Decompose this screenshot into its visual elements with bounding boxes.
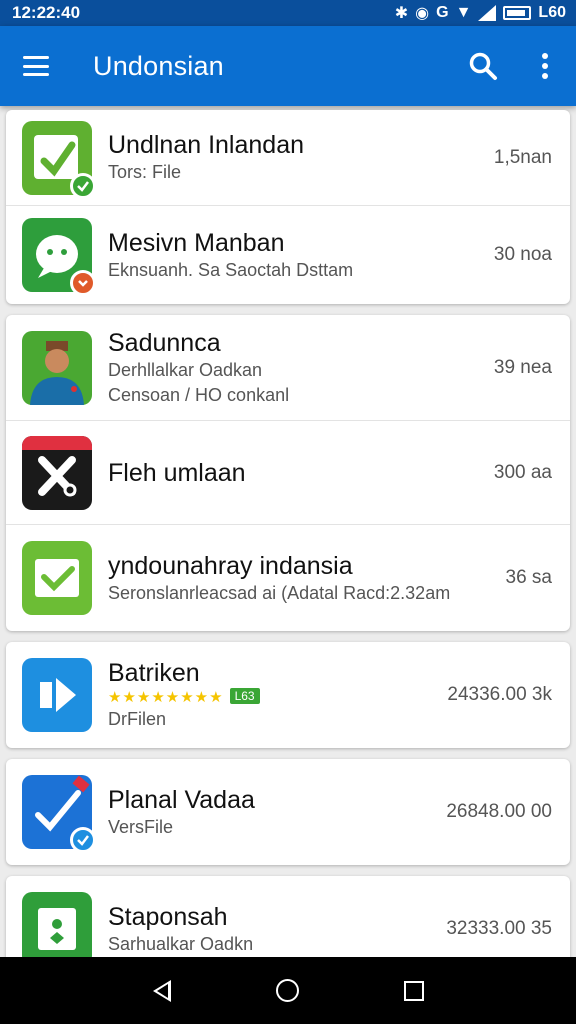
app-name: Fleh umlaan [108,458,246,487]
back-icon[interactable] [152,979,171,1002]
signal-icon [478,5,497,21]
app-size: 24336.00 3k [447,684,552,705]
app-name: Batriken [108,659,200,688]
app-name: Undlnan Inlandan [108,131,304,160]
app-subtitle: DrFilen [108,709,167,730]
app-subtitle: Derhllalkar Oadkan [108,360,263,381]
hamburger-icon [23,56,49,76]
battery-icon [503,6,532,20]
app-size: 36 sa [505,567,552,588]
app-name: Mesivn Manban [108,228,285,257]
list-item[interactable]: Batriken ★★★★★★★★ L63 DrFilen 24336.00 3k [6,642,570,748]
menu-button[interactable] [0,26,72,106]
overflow-menu-button[interactable] [514,26,576,106]
app-subtitle: Eknsuanh. Sa Saoctah Dsttam [108,259,354,280]
person-avatar-icon [22,330,92,405]
app-bar: Undonsian [0,26,576,106]
home-icon[interactable] [275,979,299,1002]
wifi-icon: ▼ [455,4,472,21]
more-vert-icon [542,53,548,79]
sync-icon: ◉ [415,5,430,22]
update-badge-icon [70,270,96,296]
verified-badge-icon [70,827,96,853]
list-item[interactable]: yndounahray indansia Seronslanrleacsad a… [6,525,570,631]
app-subtitle-secondary: Censoan / HO conkanl [108,384,290,405]
pen-check-icon [22,775,96,853]
app-size: 39 nea [493,356,552,378]
check-doc-icon [22,120,96,199]
verified-badge-icon [70,172,96,199]
list-item[interactable]: Mesivn Manban Eknsuanh. Sa Saoctah Dstta… [6,206,570,304]
bluetooth-icon: ✱ [394,5,409,22]
app-size: 30 noa [493,244,552,265]
app-name: Planal Vadaa [108,785,255,814]
app-name: yndounahray indansia [108,551,353,580]
page-title: Undonsian [93,50,224,81]
tools-icon [22,435,92,510]
status-bar: 12:22:40 ✱ ◉ G ▼ L60 [0,0,576,26]
battery-text: L60 [538,4,566,21]
check-box-icon [22,541,92,615]
list-item[interactable]: Planal Vadaa VersFile 26848.00 00 [6,759,570,865]
star-rating-icon: ★★★★★★★★ [108,689,224,707]
list-item[interactable]: Fleh umlaan 300 aa [6,421,570,525]
search-button[interactable] [452,26,514,106]
app-list: Undlnan Inlandan Tors: File 1,5nan Mesiv… [6,110,570,993]
list-card: Batriken ★★★★★★★★ L63 DrFilen 24336.00 3k [6,642,570,748]
app-subtitle: VersFile [108,816,174,837]
list-card: Sadunnca Derhllalkar Oadkan Censoan / HO… [6,315,570,631]
app-size: 1,5nan [493,146,552,168]
app-name: Sadunnca [108,329,221,358]
list-item[interactable]: Undlnan Inlandan Tors: File 1,5nan [6,110,570,206]
list-card: Undlnan Inlandan Tors: File 1,5nan Mesiv… [6,110,570,304]
app-size: 26848.00 00 [446,801,552,822]
bag-icon [22,892,92,966]
recents-icon[interactable] [403,980,424,1001]
app-size: 300 aa [493,461,552,483]
rating-row: ★★★★★★★★ L63 [108,688,447,707]
chat-bubble-icon [22,218,96,296]
status-icons: ✱ ◉ G ▼ L60 [395,3,566,23]
app-size: 32333.00 35 [446,918,552,939]
search-icon [469,52,497,80]
app-subtitle: Seronslanrleacsad ai (Adatal Racd:2.32am [108,582,451,603]
app-name: Staponsah [108,902,228,931]
status-time: 12:22:40 [12,3,81,22]
arrow-logo-icon [22,658,92,732]
data-icon: G [436,4,449,21]
app-subtitle: Tors: File [108,162,182,183]
list-card: Planal Vadaa VersFile 26848.00 00 [6,759,570,865]
system-nav-bar [0,957,576,1024]
rating-chip: L63 [229,688,260,705]
app-subtitle: Sarhualkar Oadkn [108,933,254,954]
list-item[interactable]: Sadunnca Derhllalkar Oadkan Censoan / HO… [6,315,570,421]
